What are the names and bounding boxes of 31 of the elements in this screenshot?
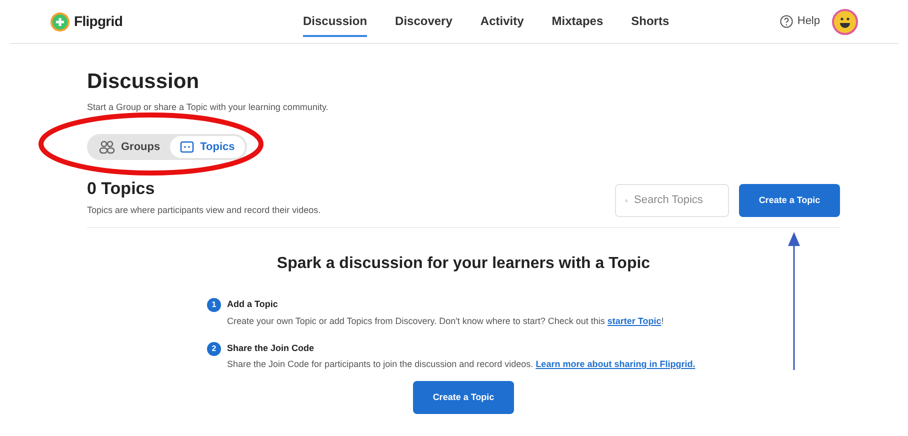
step-link[interactable]: starter Topic [607, 316, 662, 326]
avatar-icon[interactable] [832, 8, 858, 34]
nav-tab[interactable]: Mixtapes [552, 6, 604, 36]
brand-name: Flipgrid [74, 12, 123, 31]
step-title: Share the Join Code [227, 342, 316, 354]
card-icon [180, 141, 194, 153]
segment-tab[interactable]: Topics [170, 136, 245, 158]
create-topic-button[interactable]: Create a Topic [413, 381, 514, 414]
step-title: Add a Topic [227, 298, 279, 311]
people-icon [99, 140, 115, 154]
empty-state-heading: Spark a discussion for your learners with a Topic [276, 254, 652, 274]
logo-icon [50, 12, 70, 32]
page-subtitle: Start a Group or share a Topic with your learning community. [87, 100, 330, 114]
help-icon [780, 15, 794, 28]
step-description: Share the Join Code for participants to join the discussion and record videos. Learn more about sharing in Flipgrid. [227, 358, 696, 371]
step-link[interactable]: Learn more about sharing in Flipgrid. [536, 359, 696, 369]
nav-tab[interactable]: Activity [480, 6, 524, 36]
step-description: Create your own Topic or add Topics from Discovery. Don't know where to start? Check out this starter Topic! [227, 314, 664, 328]
nav-tab[interactable]: Shorts [631, 6, 670, 36]
step-number: 1 [207, 298, 221, 312]
topics-count: 0 Topics [87, 178, 156, 200]
segment-tab[interactable]: Groups [89, 136, 170, 158]
nav-tab[interactable]: Discovery [395, 6, 452, 36]
page-title: Discussion [87, 69, 200, 95]
step-number: 2 [207, 342, 221, 356]
search-input[interactable]: Search Topics [634, 192, 719, 209]
create-topic-button[interactable]: Create a Topic [739, 184, 840, 217]
topics-description: Topics are where participants view and record their videos. [87, 204, 321, 217]
search-field[interactable]: Search Topics [615, 184, 729, 217]
help-button[interactable]: Help [780, 13, 820, 30]
nav-tab[interactable]: Discussion [303, 6, 368, 36]
